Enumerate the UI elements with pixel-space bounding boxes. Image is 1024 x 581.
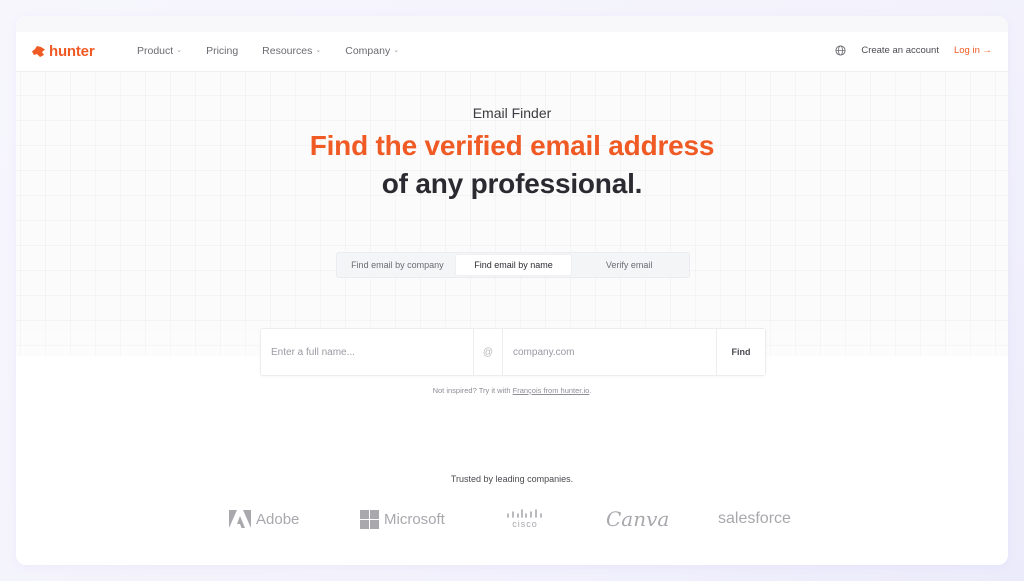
nav-item-company[interactable]: Company ⌄ — [345, 45, 399, 57]
customer-logos: Adobe Microsoft cisco Canva salesforce — [16, 507, 1008, 531]
hint-text: Not inspired? Try it with François from … — [16, 386, 1008, 395]
finder-tabs: Find email by company Find email by name… — [336, 252, 690, 278]
logo-text: hunter — [49, 43, 95, 60]
top-strip — [16, 16, 1008, 32]
salesforce-logo: salesforce — [718, 507, 791, 531]
adobe-icon — [229, 510, 251, 528]
hero-headline: Find the verified email address — [309, 130, 715, 161]
page-card: hunter Product ⌄ Pricing Resources ⌄ Com… — [16, 16, 1008, 565]
canva-logo: Canva — [606, 507, 669, 531]
email-finder-form: @ Find — [260, 328, 766, 376]
chevron-down-icon: ⌄ — [315, 47, 322, 54]
navbar: hunter Product ⌄ Pricing Resources ⌄ Com… — [16, 32, 1008, 72]
tab-verify-email[interactable]: Verify email — [571, 255, 687, 275]
nav-item-label: Product — [137, 45, 174, 57]
adobe-wordmark: Adobe — [256, 510, 300, 528]
hunter-logo[interactable]: hunter — [32, 43, 95, 60]
login-link[interactable]: Log in → — [954, 45, 992, 56]
create-account-link[interactable]: Create an account — [861, 45, 939, 56]
nav-links: Product ⌄ Pricing Resources ⌄ Company ⌄ — [137, 45, 423, 57]
microsoft-icon — [360, 509, 379, 529]
hint-suffix: . — [589, 386, 592, 395]
nav-item-pricing[interactable]: Pricing — [206, 45, 238, 57]
example-link[interactable]: François from hunter.io — [513, 386, 590, 395]
cisco-logo: cisco — [506, 507, 544, 531]
full-name-input[interactable] — [261, 329, 473, 375]
globe-icon[interactable] — [835, 45, 846, 56]
adobe-logo: Adobe — [229, 507, 299, 531]
nav-right: Create an account Log in → — [835, 45, 992, 56]
hunter-logo-icon — [32, 46, 45, 57]
company-domain-input[interactable] — [503, 329, 716, 375]
microsoft-logo: Microsoft — [360, 507, 445, 531]
cisco-icon — [507, 509, 542, 518]
tab-find-by-name[interactable]: Find email by name — [455, 255, 572, 275]
cisco-wordmark: cisco — [512, 519, 538, 529]
nav-item-label: Company — [345, 45, 391, 57]
find-button[interactable]: Find — [716, 329, 765, 375]
nav-item-resources[interactable]: Resources ⌄ — [262, 45, 321, 57]
canva-wordmark: Canva — [606, 507, 670, 531]
tab-find-by-company[interactable]: Find email by company — [339, 255, 456, 275]
hero-subheadline: of any professional. — [381, 168, 643, 199]
hint-prefix: Not inspired? Try it with — [432, 386, 513, 395]
hero-eyebrow: Email Finder — [472, 105, 552, 121]
microsoft-wordmark: Microsoft — [384, 510, 445, 528]
at-symbol: @ — [473, 329, 503, 375]
nav-item-product[interactable]: Product ⌄ — [137, 45, 182, 57]
chevron-down-icon: ⌄ — [176, 47, 183, 54]
chevron-down-icon: ⌄ — [393, 47, 400, 54]
trusted-title: Trusted by leading companies. — [450, 474, 574, 484]
salesforce-wordmark: salesforce — [718, 510, 791, 527]
nav-item-label: Resources — [262, 45, 313, 57]
nav-item-label: Pricing — [206, 45, 239, 57]
